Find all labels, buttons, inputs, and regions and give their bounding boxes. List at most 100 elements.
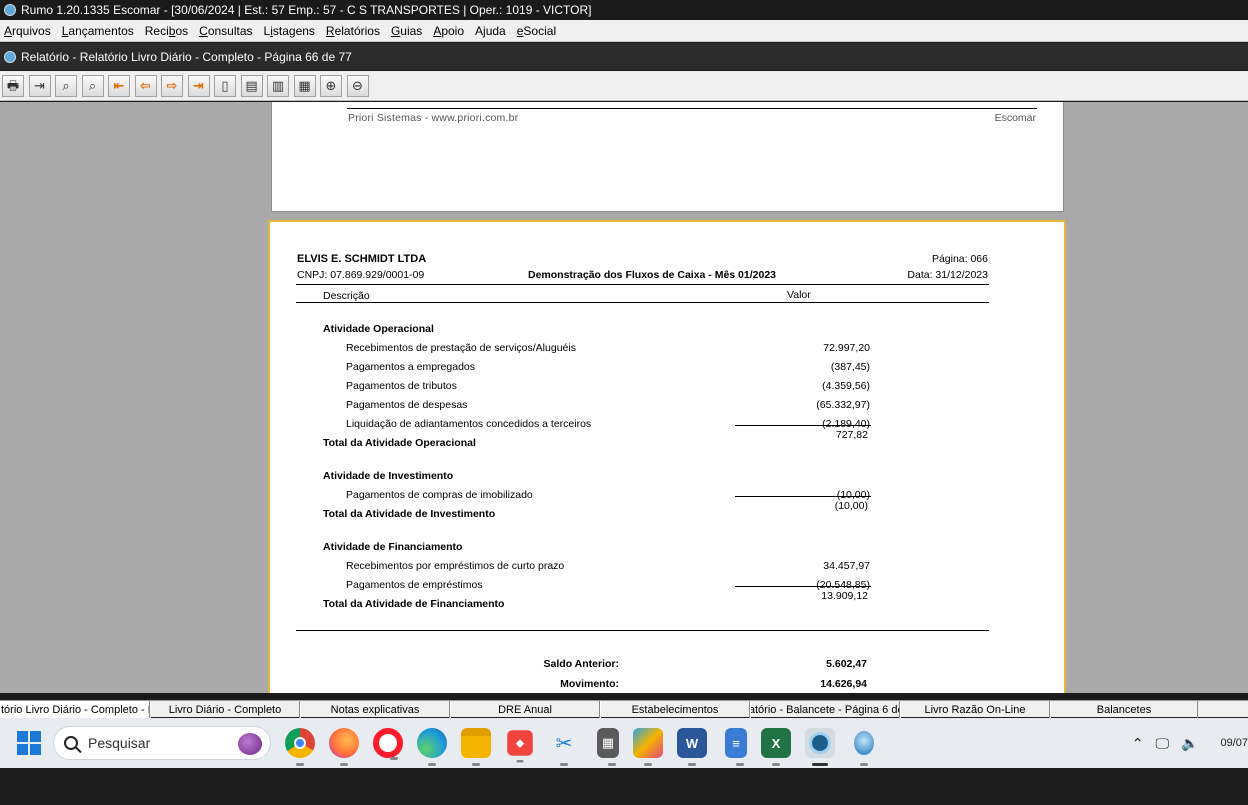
- summary-label: Movimento:: [560, 678, 619, 690]
- row-label: Pagamentos a empregados: [346, 361, 475, 373]
- page-number: Página: 066: [931, 253, 988, 265]
- current-page: ELVIS E. SCHMIDT LTDA Página: 066 CNPJ: …: [268, 220, 1066, 693]
- task-tab[interactable]: Balancetes: [1050, 701, 1198, 718]
- page-icon[interactable]: ▯: [214, 74, 236, 97]
- row-value: (387,45): [830, 361, 870, 373]
- export-icon[interactable]: ⇥: [28, 74, 51, 97]
- menu-item[interactable]: Apoio: [429, 24, 471, 38]
- row-label: Recebimentos por empréstimos de curto pr…: [346, 560, 565, 572]
- clock-date[interactable]: 09/07: [1220, 737, 1248, 749]
- company-name: ELVIS E. SCHMIDT LTDA: [297, 253, 427, 265]
- page-width-icon[interactable]: ▤: [240, 74, 263, 97]
- section-total-label: Total da Atividade Operacional: [323, 437, 476, 449]
- summary-value: 14.626,94: [820, 678, 867, 690]
- anydesk-icon[interactable]: ◆: [507, 730, 533, 763]
- subtotal-rule: [735, 496, 871, 497]
- notepad-icon[interactable]: ≡: [725, 728, 747, 766]
- task-tab[interactable]: latório - Balancete - Página 6 de: [750, 701, 900, 718]
- multi-page-icon[interactable]: ▦: [293, 74, 316, 97]
- menu-bar: Arquivos Lançamentos Recibos Consultas Lista…: [0, 20, 1248, 42]
- menu-item[interactable]: Recibos: [141, 24, 195, 38]
- summary-label: Saldo Anterior:: [543, 658, 619, 670]
- previous-page: Priori Sistemas - www.priori.com.br Esco…: [271, 102, 1064, 212]
- row-label: Pagamentos de compras de imobilizado: [346, 489, 533, 501]
- menu-item[interactable]: Relatórios: [322, 24, 387, 38]
- firefox-icon[interactable]: [329, 728, 359, 766]
- edge-icon[interactable]: [417, 728, 447, 766]
- section-total-value: 727,82: [835, 429, 868, 441]
- chrome-icon[interactable]: [285, 728, 315, 766]
- menu-item[interactable]: Ajuda: [471, 24, 513, 38]
- volume-icon[interactable]: 🔈: [1181, 735, 1198, 752]
- menu-item[interactable]: Consultas: [195, 24, 259, 38]
- task-tab[interactable]: Livro Razão On-Line: [900, 701, 1050, 718]
- find-next-icon[interactable]: ⌕: [81, 74, 104, 97]
- menu-item[interactable]: Arquivos: [0, 24, 58, 38]
- column-header-description: Descrição: [323, 290, 370, 302]
- first-page-icon[interactable]: ⇤: [108, 74, 130, 97]
- task-tab[interactable]: Estabelecimentos: [600, 701, 750, 718]
- section-heading: Atividade de Investimento: [323, 470, 454, 482]
- opera-icon[interactable]: [373, 728, 403, 760]
- menu-item[interactable]: Lançamentos: [58, 24, 141, 38]
- task-tab[interactable]: tório Livro Diário - Completo - P: [0, 701, 150, 718]
- next-page-icon[interactable]: ⇨: [161, 74, 183, 97]
- paint-icon[interactable]: [633, 728, 663, 766]
- task-tab[interactable]: Livro Diário - Completo: [150, 701, 300, 718]
- file-explorer-icon[interactable]: [461, 728, 491, 766]
- system-tray: ⌃ 🖵 🔈 09/07: [1120, 718, 1248, 768]
- child-window-title: Relatório - Relatório Livro Diário - Com…: [21, 49, 352, 64]
- cnpj: CNPJ: 07.869.929/0001-09: [297, 269, 425, 281]
- section-total-value: (10,00): [834, 500, 868, 512]
- footer-right-text: Escomar: [994, 112, 1036, 124]
- section-total-value: 13.909,12: [821, 590, 868, 602]
- row-label: Pagamentos de tributos: [346, 380, 457, 392]
- last-page-icon[interactable]: ⇥: [187, 74, 210, 97]
- row-value: (65.332,97): [816, 399, 870, 411]
- report-viewer[interactable]: Priori Sistemas - www.priori.com.br Esco…: [0, 102, 1248, 693]
- chevron-up-icon[interactable]: ⌃: [1132, 735, 1144, 752]
- column-header-value: Valor: [787, 289, 811, 301]
- snipping-tool-icon[interactable]: ✂: [549, 728, 579, 766]
- printer-icon[interactable]: 🖶: [2, 74, 24, 97]
- menu-item[interactable]: eSocial: [513, 24, 563, 38]
- row-value: 72.997,20: [823, 342, 870, 354]
- zoom-in-icon[interactable]: ⊕: [320, 74, 342, 97]
- previous-page-icon[interactable]: ⇦: [134, 74, 157, 97]
- subtotal-rule: [735, 586, 871, 587]
- calculator-icon[interactable]: ▦: [597, 728, 619, 766]
- row-value: (4.359,56): [822, 380, 870, 392]
- section-total-label: Total da Atividade de Investimento: [323, 508, 496, 520]
- task-tab[interactable]: Notas explicativas: [300, 701, 450, 718]
- windows-start-icon[interactable]: [17, 731, 41, 755]
- column-header-rule: [296, 302, 989, 303]
- rumo-app-icon[interactable]: [805, 728, 835, 766]
- window-title: Rumo 1.20.1335 Escomar - [30/06/2024 | E…: [21, 3, 592, 17]
- windows-taskbar: Pesquisar ◆ ✂ ▦ W ≡ X ⌃ 🖵 🔈 09/07: [0, 718, 1248, 768]
- mdi-task-list: tório Livro Diário - Completo - P Livro D…: [0, 700, 1248, 718]
- excel-icon[interactable]: X: [761, 728, 791, 766]
- priori-app-icon[interactable]: [849, 728, 879, 766]
- menu-item[interactable]: Guias: [387, 24, 429, 38]
- taskbar-search-box[interactable]: Pesquisar: [53, 726, 271, 760]
- row-label: Pagamentos de despesas: [346, 399, 468, 411]
- report-date: Data: 31/12/2023: [907, 269, 988, 281]
- search-placeholder: Pesquisar: [88, 735, 151, 751]
- network-icon[interactable]: 🖵: [1156, 735, 1170, 752]
- row-label: Recebimentos de prestação de serviços/Al…: [346, 342, 576, 354]
- zoom-out-icon[interactable]: ⊖: [346, 74, 369, 97]
- subtotal-rule: [735, 425, 871, 426]
- report-toolbar: 🖶 ⇥ ⌕ ⌕ ⇤ ⇦ ⇨ ⇥ ▯ ▤ ▥ ▦ ⊕ ⊖: [0, 71, 1248, 101]
- report-title: Demonstração dos Fluxos de Caixa - Mês 0…: [528, 269, 777, 281]
- child-app-icon: [4, 50, 16, 63]
- header-rule: [296, 284, 989, 285]
- find-icon[interactable]: ⌕: [55, 74, 77, 97]
- task-tab[interactable]: DRE Anual: [450, 701, 600, 718]
- app-icon: [4, 4, 16, 16]
- two-pages-icon[interactable]: ▥: [267, 74, 289, 97]
- menu-item[interactable]: Listagens: [260, 24, 322, 38]
- row-label: Liquidação de adiantamentos concedidos a…: [346, 418, 592, 430]
- word-icon[interactable]: W: [677, 728, 707, 766]
- section-heading: Atividade Operacional: [323, 323, 434, 335]
- search-highlight-icon: [238, 733, 262, 755]
